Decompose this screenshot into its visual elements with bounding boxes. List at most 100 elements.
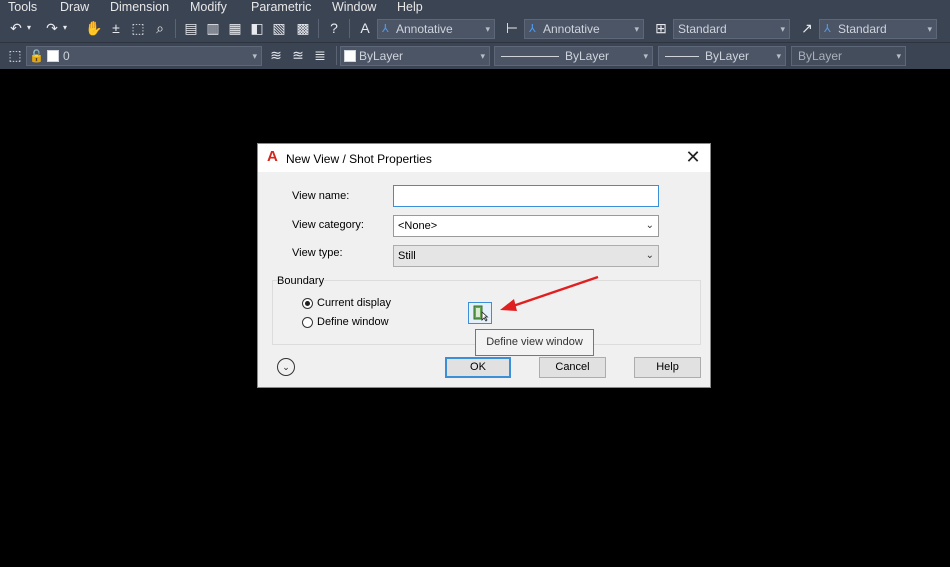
chevron-down-icon: ▾: [643, 51, 648, 61]
expand-options-icon[interactable]: ⌄: [277, 358, 295, 376]
menu-parametric[interactable]: Parametric: [251, 0, 311, 15]
make-current-layer-icon[interactable]: ≋: [266, 45, 286, 65]
undo-icon[interactable]: ↶: [6, 18, 26, 38]
annotative-icon: ⅄: [382, 23, 389, 35]
new-view-dialog: A New View / Shot Properties ✕ View name…: [257, 143, 711, 388]
pan-icon[interactable]: ✋: [84, 18, 104, 38]
dialog-titlebar[interactable]: A New View / Shot Properties ✕: [258, 144, 710, 172]
cancel-button[interactable]: Cancel: [539, 357, 606, 378]
close-icon[interactable]: ✕: [684, 148, 702, 166]
chevron-down-icon: ▾: [896, 51, 901, 61]
dimension-style-dropdown[interactable]: ⅄ Annotative ▾: [524, 19, 644, 39]
table-style-value: Standard: [678, 22, 727, 36]
linetype-value: ByLayer: [565, 49, 610, 63]
text-style-dropdown[interactable]: ⅄ Annotative ▾: [377, 19, 495, 39]
view-category-value: <None>: [398, 220, 438, 232]
view-type-label: View type:: [292, 247, 343, 259]
annotative-icon: ⅄: [824, 23, 831, 35]
calculator-icon[interactable]: ▩: [293, 18, 313, 38]
linetype-preview: [501, 56, 559, 57]
define-view-window-button[interactable]: [468, 302, 492, 324]
view-name-input[interactable]: [393, 185, 659, 207]
standard-toolbar: ↶ ▾ ↷ ▾ ✋ ± ⬚ ⌕ ▤ ▥ ▦ ◧ ▧ ▩ ? A ⅄ Annota…: [0, 15, 950, 42]
chevron-down-icon: ▾: [634, 24, 639, 34]
layer-value: 0: [63, 49, 70, 63]
lineweight-preview: [665, 56, 699, 57]
sheet-set-icon[interactable]: ◧: [247, 18, 267, 38]
markup-icon[interactable]: ▧: [269, 18, 289, 38]
chevron-down-icon: ⌄: [645, 220, 654, 231]
autocad-logo-icon: A: [267, 148, 278, 165]
plotstyle-dropdown: ByLayer ▾: [791, 46, 906, 66]
properties-icon[interactable]: ▤: [181, 18, 201, 38]
zoom-realtime-icon[interactable]: ±: [106, 18, 126, 38]
multileader-style-icon[interactable]: ↗: [797, 18, 817, 38]
dimension-style-icon[interactable]: ⊢: [502, 18, 522, 38]
lineweight-dropdown[interactable]: ByLayer ▾: [658, 46, 786, 66]
tool-palettes-icon[interactable]: ▦: [225, 18, 245, 38]
toolbar-separator: [349, 19, 350, 38]
chevron-down-icon: ▾: [252, 51, 257, 61]
layers-properties-toolbar: ⬚ 🔓 0 ▾ ≋ ≊ ≣ ByLayer ▾ ByLayer ▾ ByLaye…: [0, 42, 950, 69]
layer-color-swatch: [47, 50, 59, 62]
chevron-down-icon: ⌄: [645, 250, 654, 261]
redo-dropdown-icon[interactable]: ▾: [60, 18, 70, 38]
boundary-label: Boundary: [277, 275, 325, 287]
help-icon[interactable]: ?: [324, 18, 344, 38]
chevron-down-icon: ▾: [480, 51, 485, 61]
dimension-style-value: Annotative: [543, 22, 600, 36]
help-button[interactable]: Help: [634, 357, 701, 378]
current-display-label[interactable]: Current display: [317, 297, 391, 309]
linetype-dropdown[interactable]: ByLayer ▾: [494, 46, 653, 66]
multileader-style-value: Standard: [838, 22, 887, 36]
chevron-down-icon: ▾: [776, 51, 781, 61]
text-style-value: Annotative: [396, 22, 453, 36]
menu-bar: Tools Draw Dimension Modify Parametric W…: [0, 0, 950, 15]
text-style-icon[interactable]: A: [355, 18, 375, 38]
annotative-icon: ⅄: [529, 23, 536, 35]
current-display-radio[interactable]: [302, 298, 313, 309]
radio-selected-dot: [305, 301, 310, 306]
lock-icon: 🔓: [29, 49, 44, 63]
multileader-style-dropdown[interactable]: ⅄ Standard ▾: [819, 19, 937, 39]
color-value: ByLayer: [359, 49, 404, 63]
menu-modify[interactable]: Modify: [190, 0, 227, 15]
color-dropdown[interactable]: ByLayer ▾: [340, 46, 490, 66]
lineweight-value: ByLayer: [705, 49, 750, 63]
chevron-down-icon: ▾: [780, 24, 785, 34]
design-center-icon[interactable]: ▥: [203, 18, 223, 38]
toolbar-separator: [336, 46, 337, 65]
menu-tools[interactable]: Tools: [8, 0, 37, 15]
chevron-down-icon: ▾: [485, 24, 490, 34]
table-style-icon[interactable]: ⊞: [651, 18, 671, 38]
view-name-label: View name:: [292, 190, 350, 202]
define-view-window-tooltip: Define view window: [475, 329, 594, 356]
layer-states-icon[interactable]: ≣: [310, 45, 330, 65]
toolbar-separator: [175, 19, 176, 38]
view-type-value: Still: [398, 250, 416, 262]
layer-previous-icon[interactable]: ≊: [288, 45, 308, 65]
table-style-dropdown[interactable]: Standard ▾: [673, 19, 790, 39]
zoom-window-icon[interactable]: ⬚: [128, 18, 148, 38]
menu-draw[interactable]: Draw: [60, 0, 89, 15]
layer-dropdown[interactable]: 🔓 0 ▾: [26, 46, 262, 66]
define-window-label[interactable]: Define window: [317, 316, 389, 328]
redo-icon[interactable]: ↷: [42, 18, 62, 38]
color-swatch: [344, 50, 356, 62]
dialog-title: New View / Shot Properties: [286, 152, 432, 166]
menu-help[interactable]: Help: [397, 0, 423, 15]
plotstyle-value: ByLayer: [798, 49, 843, 63]
toolbar-separator: [318, 19, 319, 38]
define-window-radio[interactable]: [302, 317, 313, 328]
menu-window[interactable]: Window: [332, 0, 376, 15]
undo-dropdown-icon[interactable]: ▾: [24, 18, 34, 38]
layer-freeze-icon[interactable]: ⬚: [5, 45, 25, 65]
ok-button[interactable]: OK: [445, 357, 511, 378]
menu-dimension[interactable]: Dimension: [110, 0, 169, 15]
window-pick-icon: [473, 305, 489, 322]
view-category-label: View category:: [292, 219, 364, 231]
zoom-previous-icon[interactable]: ⌕: [150, 18, 170, 38]
chevron-down-icon: ▾: [927, 24, 932, 34]
view-category-select[interactable]: <None> ⌄: [393, 215, 659, 237]
view-type-select[interactable]: Still ⌄: [393, 245, 659, 267]
